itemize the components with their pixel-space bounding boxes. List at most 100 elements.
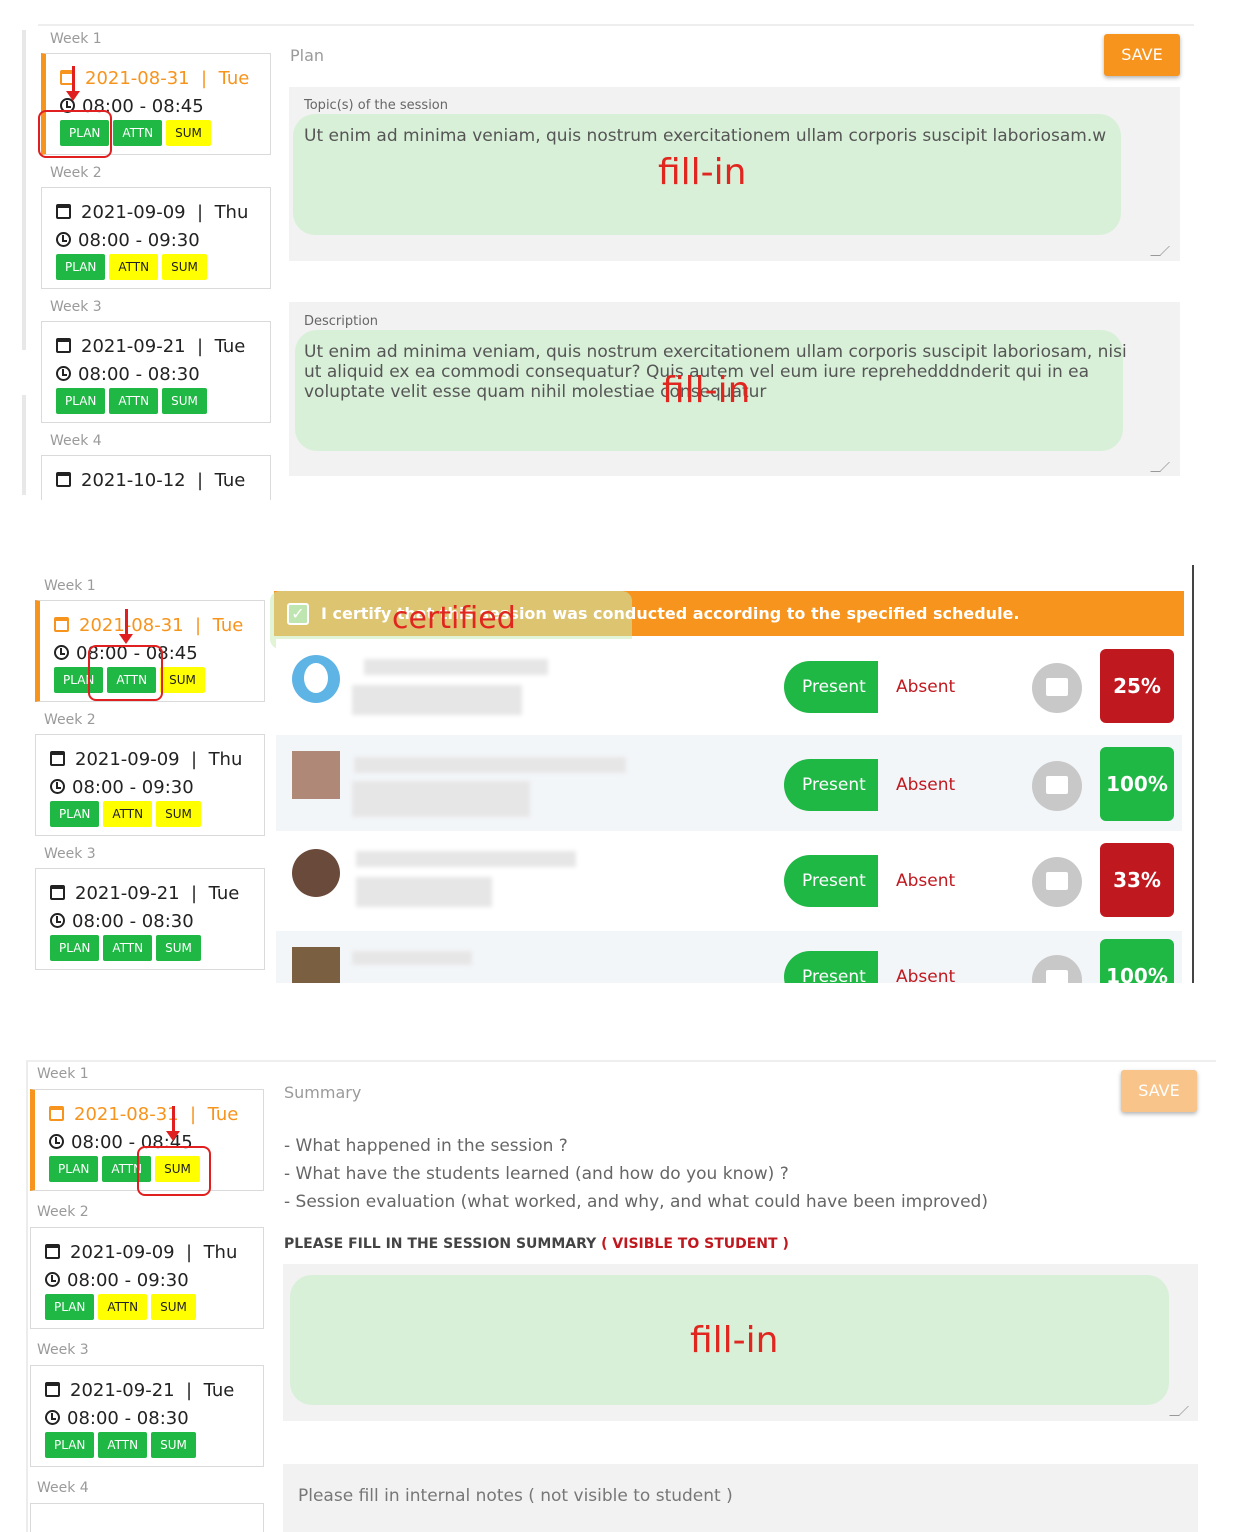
week-label: Week 1 bbox=[37, 1066, 89, 1082]
annotation-arrow bbox=[166, 1106, 180, 1141]
attn-button[interactable]: ATTN bbox=[103, 935, 153, 961]
calendar-icon bbox=[45, 1382, 60, 1397]
top-divider bbox=[38, 24, 1194, 26]
session-date: 2021-08-31 | Tue bbox=[49, 1104, 238, 1125]
sum-button[interactable]: SUM bbox=[156, 801, 201, 827]
clock-icon bbox=[45, 1272, 60, 1287]
session-card[interactable]: 2021-09-21 | Tue 08:00 - 08:30 PLAN ATTN… bbox=[35, 868, 265, 970]
attendance-percent: 100% bbox=[1100, 747, 1174, 821]
session-card[interactable]: 2021-10-12 | Tue bbox=[41, 455, 271, 500]
annotation-highlight bbox=[38, 110, 112, 158]
clock-icon bbox=[50, 913, 65, 928]
plan-panel: Week 1 2021-08-31 | Tue 08:00 - 08:45 PL… bbox=[0, 0, 1235, 500]
session-card[interactable]: 2021-09-09 | Thu 08:00 - 09:30 PLAN ATTN… bbox=[30, 1227, 264, 1329]
calendar-icon bbox=[56, 338, 71, 353]
calendar-icon bbox=[54, 617, 69, 632]
attendance-percent: 33% bbox=[1100, 843, 1174, 917]
plan-button[interactable]: PLAN bbox=[50, 935, 100, 961]
sum-button[interactable]: SUM bbox=[162, 388, 207, 414]
session-card[interactable]: 2021-09-09 | Thu 08:00 - 09:30 PLAN ATTN… bbox=[41, 187, 271, 289]
comment-icon[interactable] bbox=[1032, 857, 1082, 907]
session-card[interactable] bbox=[30, 1503, 264, 1532]
session-card[interactable]: 2021-09-21 | Tue 08:00 - 08:30 PLAN ATTN… bbox=[30, 1365, 264, 1467]
comment-icon[interactable] bbox=[1032, 663, 1082, 713]
present-button[interactable]: Present bbox=[784, 951, 878, 983]
present-button[interactable]: Present bbox=[784, 855, 878, 907]
sum-button[interactable]: SUM bbox=[160, 667, 205, 693]
fill-in-annotation: fill-in bbox=[662, 370, 751, 411]
absent-button[interactable]: Absent bbox=[896, 951, 955, 983]
summary-panel: Week 1 2021-08-31 | Tue 08:00 - 08:45 PL… bbox=[0, 1058, 1235, 1532]
present-button[interactable]: Present bbox=[784, 759, 878, 811]
clock-icon bbox=[56, 366, 71, 381]
plan-button[interactable]: PLAN bbox=[56, 388, 106, 414]
description-label: Description bbox=[304, 314, 379, 329]
sum-button[interactable]: SUM bbox=[156, 935, 201, 961]
student-row: Present Absent 100% bbox=[276, 735, 1182, 831]
comment-icon[interactable] bbox=[1032, 955, 1082, 983]
absent-button[interactable]: Absent bbox=[896, 759, 955, 811]
calendar-icon bbox=[50, 751, 65, 766]
plan-button[interactable]: PLAN bbox=[49, 1156, 99, 1182]
attendance-percent: 100% bbox=[1100, 939, 1174, 983]
week-label: Week 3 bbox=[37, 1342, 89, 1358]
certified-annotation: certified bbox=[392, 601, 516, 636]
attn-button[interactable]: ATTN bbox=[98, 1432, 148, 1458]
attendance-percent: 25% bbox=[1100, 649, 1174, 723]
student-info-redacted bbox=[352, 685, 522, 715]
summary-prompt: - What happened in the session ? bbox=[284, 1136, 568, 1156]
internal-notes-input[interactable]: Please fill in internal notes ( not visi… bbox=[298, 1486, 733, 1506]
certify-checkbox[interactable]: ✓ bbox=[287, 603, 309, 625]
topic-input[interactable]: Ut enim ad minima veniam, quis nostrum e… bbox=[304, 126, 1164, 146]
absent-button[interactable]: Absent bbox=[896, 855, 955, 907]
visible-to-student-note: ( VISIBLE TO STUDENT ) bbox=[601, 1236, 789, 1252]
student-row: Present Absent 100% bbox=[276, 931, 1182, 983]
plan-button[interactable]: PLAN bbox=[45, 1432, 95, 1458]
week-label: Week 4 bbox=[50, 433, 102, 449]
sidebar-scrollbar[interactable] bbox=[22, 30, 26, 350]
session-time: 08:00 - 08:30 bbox=[50, 911, 194, 932]
attn-button[interactable]: ATTN bbox=[98, 1294, 148, 1320]
attn-button[interactable]: ATTN bbox=[109, 254, 159, 280]
clock-icon bbox=[56, 232, 71, 247]
right-border bbox=[1192, 565, 1194, 983]
sum-button[interactable]: SUM bbox=[151, 1432, 196, 1458]
session-date: 2021-09-09 | Thu bbox=[45, 1242, 237, 1263]
present-button[interactable]: Present bbox=[784, 661, 878, 713]
attn-button[interactable]: ATTN bbox=[109, 388, 159, 414]
fill-in-annotation: fill-in bbox=[690, 1320, 779, 1361]
calendar-icon bbox=[56, 204, 71, 219]
plan-button[interactable]: PLAN bbox=[50, 801, 100, 827]
plan-button[interactable]: PLAN bbox=[45, 1294, 95, 1320]
session-date: 2021-08-31 | Tue bbox=[60, 68, 249, 89]
sum-button[interactable]: SUM bbox=[162, 254, 207, 280]
calendar-icon bbox=[49, 1106, 64, 1121]
save-button[interactable]: SAVE bbox=[1104, 34, 1180, 76]
week-label: Week 3 bbox=[44, 846, 96, 862]
sum-button[interactable]: SUM bbox=[166, 120, 211, 146]
clock-icon bbox=[49, 1134, 64, 1149]
attendance-panel: Week 1 2021-08-31 | Tue 08:00 - 08:45 PL… bbox=[0, 565, 1235, 983]
absent-button[interactable]: Absent bbox=[896, 661, 955, 713]
sum-button[interactable]: SUM bbox=[151, 1294, 196, 1320]
session-date: 2021-09-09 | Thu bbox=[56, 202, 248, 223]
session-card[interactable]: 2021-09-21 | Tue 08:00 - 08:30 PLAN ATTN… bbox=[41, 321, 271, 423]
attn-button[interactable]: ATTN bbox=[113, 120, 163, 146]
session-date: 2021-10-12 | Tue bbox=[56, 470, 245, 491]
save-button[interactable]: SAVE bbox=[1121, 1070, 1197, 1112]
student-row: Present Absent 25% bbox=[276, 639, 1182, 735]
top-divider bbox=[26, 1060, 1216, 1062]
attn-button[interactable]: ATTN bbox=[103, 801, 153, 827]
week-label: Week 2 bbox=[44, 712, 96, 728]
session-card[interactable]: 2021-09-09 | Thu 08:00 - 09:30 PLAN ATTN… bbox=[35, 734, 265, 836]
avatar bbox=[292, 849, 340, 897]
week-label: Week 4 bbox=[37, 1480, 89, 1496]
clock-icon bbox=[54, 645, 69, 660]
week-label: Week 2 bbox=[37, 1204, 89, 1220]
summary-fill-label: PLEASE FILL IN THE SESSION SUMMARY ( VIS… bbox=[284, 1236, 789, 1252]
plan-button[interactable]: PLAN bbox=[56, 254, 106, 280]
week-label: Week 1 bbox=[50, 31, 102, 47]
comment-icon[interactable] bbox=[1032, 761, 1082, 811]
plan-section-label: Plan bbox=[290, 46, 325, 65]
clock-icon bbox=[50, 779, 65, 794]
